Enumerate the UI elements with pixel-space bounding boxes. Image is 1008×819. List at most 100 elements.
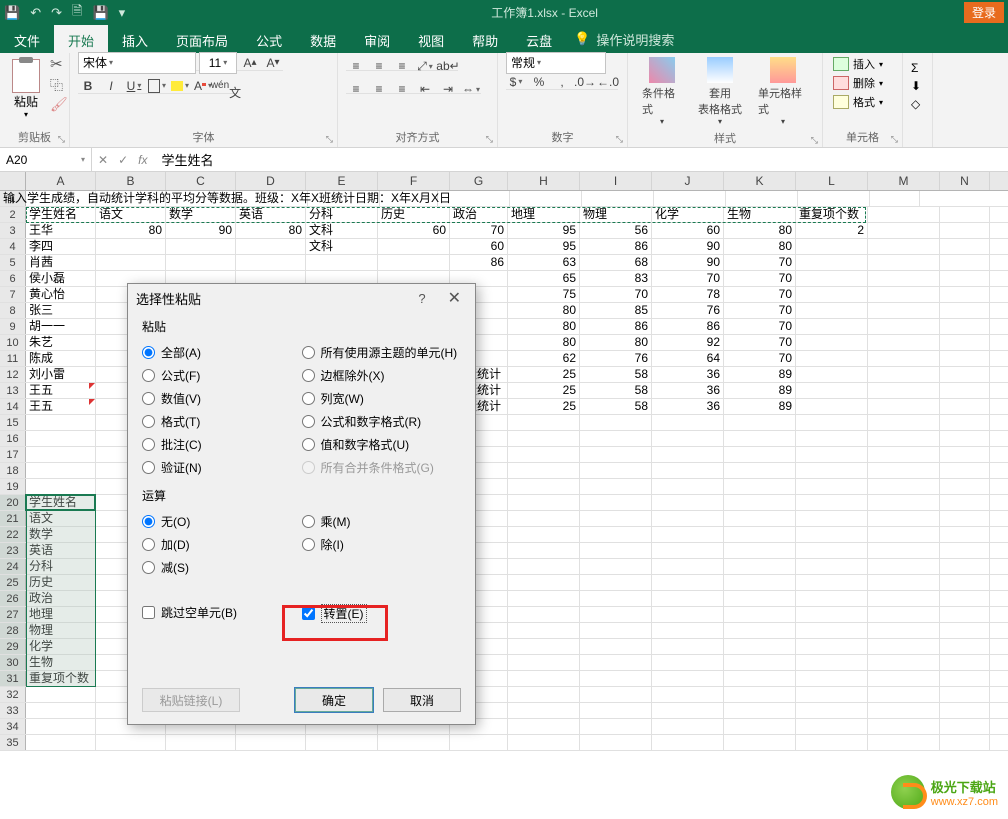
cell[interactable] <box>166 239 236 254</box>
align-center-icon[interactable]: ≡ <box>369 78 389 100</box>
cell[interactable] <box>796 639 868 654</box>
cell[interactable]: 89 <box>724 367 796 382</box>
delete-cells-button[interactable]: 删除▾ <box>831 74 885 92</box>
cell[interactable] <box>26 479 96 494</box>
cell[interactable]: 95 <box>508 239 580 254</box>
cell[interactable] <box>724 543 796 558</box>
col-header[interactable]: C <box>166 172 236 190</box>
cell[interactable] <box>940 431 990 446</box>
cell[interactable] <box>508 703 580 718</box>
cell[interactable] <box>940 543 990 558</box>
cell[interactable]: 分科 <box>306 207 378 222</box>
row-header[interactable]: 29 <box>0 639 26 654</box>
row-header[interactable]: 30 <box>0 655 26 670</box>
cell[interactable] <box>940 351 990 366</box>
cell[interactable] <box>652 463 724 478</box>
cell[interactable] <box>654 191 726 206</box>
cell[interactable] <box>580 543 652 558</box>
cell[interactable] <box>580 447 652 462</box>
cell[interactable] <box>508 607 580 622</box>
cell[interactable] <box>940 223 990 238</box>
cell[interactable]: 地理 <box>508 207 580 222</box>
cell[interactable]: 70 <box>652 271 724 286</box>
clear-icon[interactable]: ◇ <box>911 97 920 111</box>
formula-input[interactable]: 学生姓名 <box>153 150 1008 169</box>
cell[interactable]: 25 <box>508 383 580 398</box>
row-header[interactable]: 27 <box>0 607 26 622</box>
format-table-button[interactable]: 套用 表格格式▾ <box>692 55 748 128</box>
cell[interactable] <box>508 655 580 670</box>
cell[interactable] <box>868 655 940 670</box>
tab-layout[interactable]: 页面布局 <box>162 25 242 53</box>
cell[interactable]: 肖茜 <box>26 255 96 270</box>
row-header[interactable]: 5 <box>0 255 26 270</box>
cell[interactable] <box>652 703 724 718</box>
cell[interactable] <box>796 335 868 350</box>
opt-valid[interactable]: 验证(N) <box>142 456 302 479</box>
opt-div[interactable]: 除(I) <box>302 533 462 556</box>
cell[interactable] <box>940 639 990 654</box>
cell[interactable] <box>868 703 940 718</box>
opt-format[interactable]: 格式(T) <box>142 410 302 433</box>
wrap-text-icon[interactable]: ab↵ <box>438 55 458 77</box>
row-header[interactable]: 24 <box>0 559 26 574</box>
cell[interactable]: 64 <box>652 351 724 366</box>
cell[interactable]: 黄心怡 <box>26 287 96 302</box>
cell[interactable] <box>724 447 796 462</box>
cell[interactable]: 60 <box>378 223 450 238</box>
cell[interactable] <box>724 495 796 510</box>
cell[interactable] <box>508 447 580 462</box>
cell[interactable] <box>724 607 796 622</box>
cell[interactable] <box>652 447 724 462</box>
cell[interactable] <box>796 655 868 670</box>
row-header[interactable]: 6 <box>0 271 26 286</box>
cell[interactable]: 文科 <box>306 239 378 254</box>
cell[interactable] <box>868 671 940 686</box>
cell[interactable] <box>796 495 868 510</box>
cell[interactable] <box>796 527 868 542</box>
currency-icon[interactable]: $ <box>506 71 526 93</box>
cell[interactable] <box>652 687 724 702</box>
inc-decimal-icon[interactable]: .0→ <box>575 71 595 93</box>
row-header[interactable]: 4 <box>0 239 26 254</box>
cell[interactable] <box>868 399 940 414</box>
cell[interactable] <box>724 655 796 670</box>
cell[interactable] <box>796 543 868 558</box>
cell[interactable] <box>868 527 940 542</box>
close-icon[interactable]: ✕ <box>442 288 467 308</box>
cell[interactable] <box>796 719 868 734</box>
shrink-font-icon[interactable]: A▾ <box>263 52 283 74</box>
cell[interactable] <box>580 591 652 606</box>
new-icon[interactable]: 🗎 <box>72 2 82 24</box>
cell[interactable] <box>796 383 868 398</box>
cell[interactable] <box>652 559 724 574</box>
cell[interactable]: 89 <box>724 399 796 414</box>
cell[interactable] <box>26 447 96 462</box>
cell[interactable]: 政治 <box>450 207 508 222</box>
row-header[interactable]: 11 <box>0 351 26 366</box>
opt-vn[interactable]: 值和数字格式(U) <box>302 433 462 456</box>
row-header[interactable]: 15 <box>0 415 26 430</box>
cell[interactable]: 70 <box>724 271 796 286</box>
cell[interactable]: 25 <box>508 399 580 414</box>
cell[interactable] <box>796 415 868 430</box>
cell[interactable] <box>868 367 940 382</box>
cell[interactable] <box>870 191 920 206</box>
cell[interactable] <box>652 607 724 622</box>
cell[interactable] <box>940 735 990 750</box>
cell[interactable] <box>796 463 868 478</box>
save-icon-2[interactable]: 💾 <box>92 5 108 21</box>
dec-decimal-icon[interactable]: ←.0 <box>598 71 618 93</box>
row-header[interactable]: 3 <box>0 223 26 238</box>
opt-none[interactable]: 无(O) <box>142 510 302 533</box>
cell[interactable]: 80 <box>508 303 580 318</box>
cell[interactable] <box>868 271 940 286</box>
cell[interactable] <box>508 543 580 558</box>
cell[interactable] <box>940 623 990 638</box>
cell[interactable] <box>508 719 580 734</box>
cell[interactable] <box>652 671 724 686</box>
cell[interactable]: 化学 <box>652 207 724 222</box>
cell[interactable] <box>868 719 940 734</box>
cell[interactable] <box>796 559 868 574</box>
cell[interactable] <box>940 575 990 590</box>
